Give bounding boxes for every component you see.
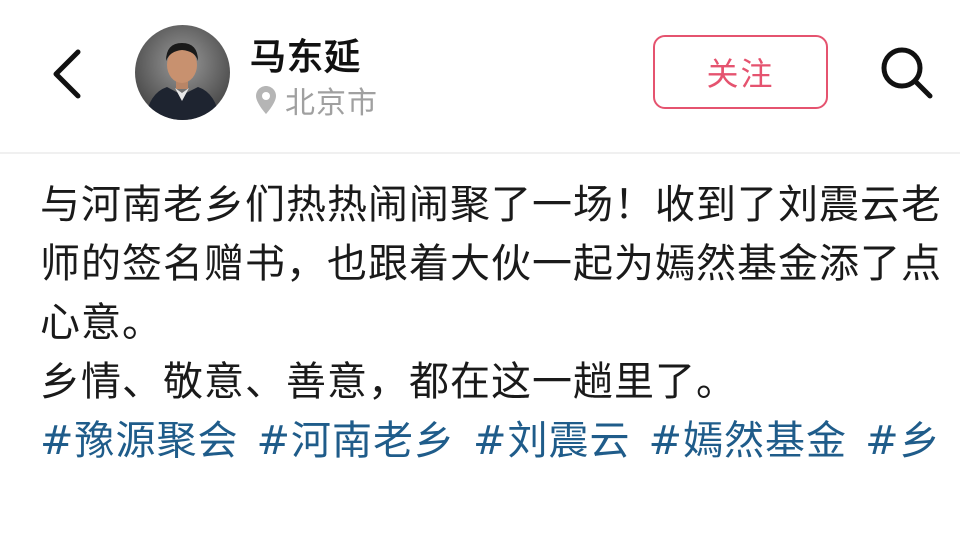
user-name[interactable]: 马东延 [250,28,361,80]
post-detail-screen: 马东延 北京市 关注 与河南老乡们热热闹闹聚了一场！收到了刘震云老师的签名赠书，… [0,0,960,557]
hashtag-list: #豫源聚会 #河南老乡 #刘震云 #嫣然基金 #乡 [40,412,945,471]
hashtag-link[interactable]: #嫣然基金 [649,418,848,464]
hashtag-link[interactable]: #刘震云 [473,418,631,464]
top-bar: 马东延 北京市 关注 [0,0,960,154]
hashtag-link[interactable]: #河南老乡 [257,418,456,464]
back-button[interactable] [40,38,96,110]
hashtag-link[interactable]: #豫源聚会 [40,418,239,464]
user-location: 北京市 [255,80,378,121]
post-body: 与河南老乡们热热闹闹聚了一场！收到了刘震云老师的签名赠书，也跟着大伙一起为嫣然基… [40,176,945,471]
location-text: 北京市 [285,86,378,121]
hashtag-link[interactable]: #乡 [865,418,941,464]
location-pin-icon [256,86,276,114]
search-button[interactable] [872,38,940,106]
avatar[interactable] [135,25,230,120]
chevron-left-icon [53,49,81,99]
follow-button[interactable]: 关注 [653,35,828,109]
search-icon [881,47,933,99]
avatar-photo [135,25,230,120]
post-paragraph-1: 与河南老乡们热热闹闹聚了一场！收到了刘震云老师的签名赠书，也跟着大伙一起为嫣然基… [40,182,942,346]
post-paragraph-2: 乡情、敬意、善意，都在这一趟里了。 [40,359,737,405]
